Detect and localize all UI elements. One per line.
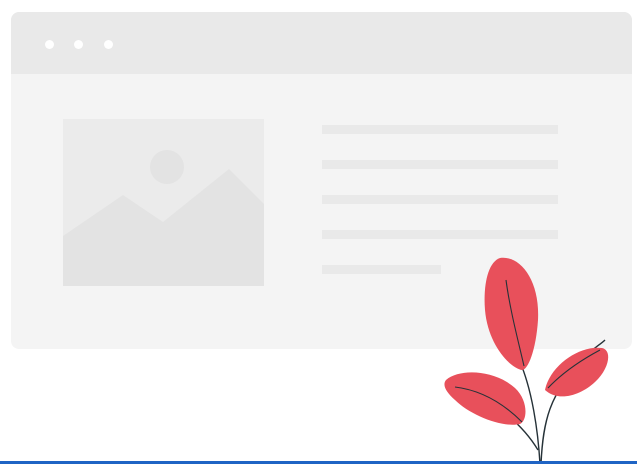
window-titlebar: [11, 12, 632, 74]
image-placeholder-icon: [63, 119, 264, 286]
image-sun-shape: [150, 150, 184, 184]
plant-leaf-left: [444, 372, 526, 425]
text-placeholder-line: [322, 195, 558, 204]
window-dot-1-icon: [45, 40, 54, 49]
text-placeholder-line: [322, 125, 558, 134]
plant-leaves-icon: [444, 257, 609, 464]
text-placeholder-line: [322, 160, 558, 169]
plant-leaf-right: [545, 347, 609, 397]
text-placeholder-line: [322, 230, 558, 239]
window-dot-2-icon: [74, 40, 83, 49]
plant-leaf-top: [484, 257, 539, 370]
window-dot-3-icon: [104, 40, 113, 49]
text-placeholder-line-short: [322, 265, 441, 274]
